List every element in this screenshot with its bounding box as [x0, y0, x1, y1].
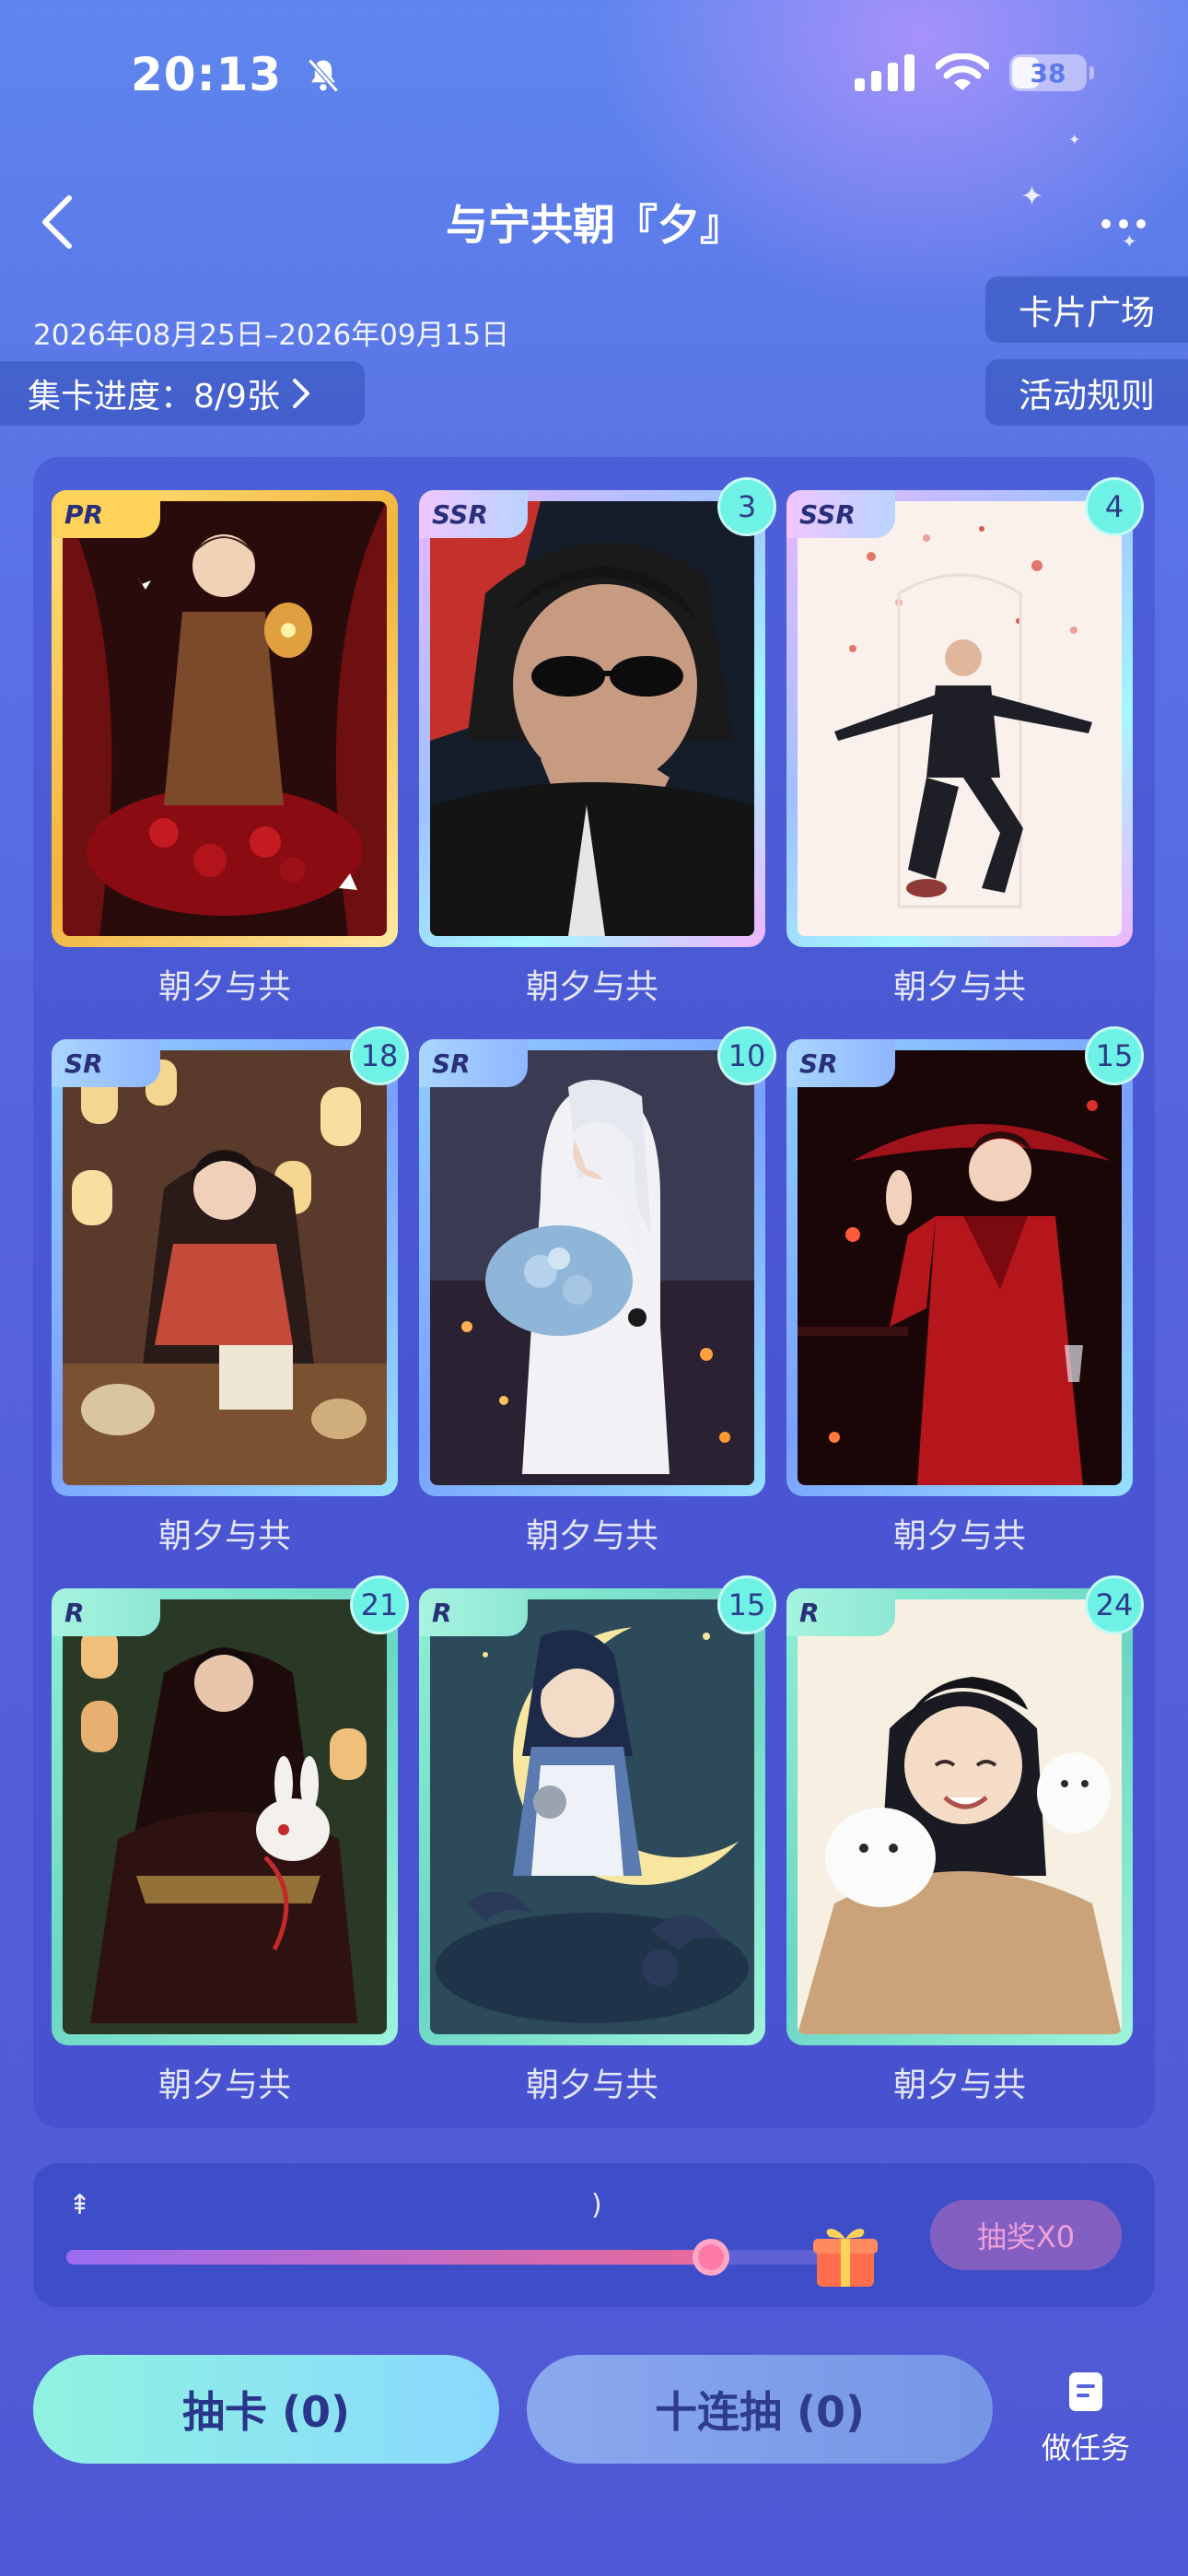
status-indicators: 38: [855, 53, 1094, 92]
card-item[interactable]: R 24: [786, 1575, 1144, 2045]
page-title: 与宁共朝『夕』: [446, 200, 742, 250]
status-time: 20:13: [131, 48, 344, 101]
card-artwork: [63, 1599, 387, 2034]
card-count-badge: 24: [1085, 1575, 1144, 1634]
gift-box-icon[interactable]: [809, 2219, 881, 2290]
battery-indicator: 38: [1009, 54, 1094, 91]
rarity-badge: R: [419, 1588, 528, 1636]
card-count-badge: 15: [1085, 1026, 1144, 1085]
card-artwork: [798, 501, 1122, 936]
card-count-badge: 18: [350, 1026, 409, 1085]
card-count-badge: 10: [717, 1026, 776, 1085]
card-name: 朝夕与共: [892, 1517, 1026, 1555]
rarity-badge: SR: [419, 1039, 528, 1087]
card-count-badge: 3: [717, 477, 776, 536]
card-item[interactable]: SR 10: [419, 1026, 776, 1496]
more-dots-icon: [1119, 219, 1128, 228]
card-name: 朝夕与共: [525, 2067, 658, 2104]
card-item[interactable]: SR 15: [786, 1026, 1144, 1496]
collection-progress-label: 集卡进度：8/9张: [28, 378, 280, 416]
lottery-track-fill: [66, 2250, 711, 2265]
rarity-badge: SR: [786, 1039, 895, 1087]
card-artwork: [798, 1599, 1122, 2034]
more-options-button[interactable]: [1087, 201, 1160, 247]
card-item[interactable]: SR 18: [52, 1026, 409, 1496]
card-name: 朝夕与共: [525, 1517, 658, 1555]
card-artwork: [798, 1050, 1122, 1485]
chevron-right-icon: [292, 379, 309, 408]
wifi-icon: [936, 53, 989, 90]
card-name: 朝夕与共: [892, 968, 1026, 1006]
collection-progress-button[interactable]: 集卡进度：8/9张: [0, 361, 365, 426]
card-name: 朝夕与共: [892, 2067, 1026, 2104]
card-name: 朝夕与共: [525, 968, 658, 1006]
card-name: 朝夕与共: [157, 2067, 291, 2104]
cellular-signal-icon: [855, 54, 914, 91]
task-list-icon: [1069, 2372, 1102, 2411]
card-count-badge: 4: [1085, 477, 1144, 536]
card-artwork: [430, 1599, 754, 2034]
rarity-badge: R: [52, 1588, 160, 1636]
card-artwork: [430, 501, 754, 936]
card-name: 朝夕与共: [157, 968, 291, 1006]
card-item[interactable]: R 21: [52, 1575, 409, 2045]
rarity-badge: SSR: [419, 490, 528, 538]
card-name: 朝夕与共: [157, 1517, 291, 1555]
status-time-text: 20:13: [131, 48, 283, 101]
more-dots-icon: [1101, 219, 1111, 228]
lottery-draw-button[interactable]: 抽奖X0: [930, 2200, 1122, 2270]
ten-draw-button[interactable]: 十连抽 (0): [527, 2355, 993, 2464]
card-collection-panel: PR 朝夕与共 SSR 3 朝夕与共 SSR 4 朝夕与共 SR 18 朝夕与共 SR 10 朝夕与共 SR…: [33, 457, 1155, 2128]
card-square-button[interactable]: 卡片广场: [985, 276, 1188, 343]
rarity-badge: SSR: [786, 490, 895, 538]
lottery-progress-bar: ⇞ ) 抽奖X0: [33, 2163, 1155, 2307]
silent-bell-icon: [307, 58, 339, 93]
card-artwork: [430, 1050, 754, 1485]
rarity-badge: SR: [52, 1039, 160, 1087]
card-item[interactable]: SSR 4: [786, 477, 1144, 947]
rarity-badge: PR: [52, 490, 160, 538]
milestone-marker-icon: ): [591, 2189, 602, 2221]
event-date-range: 2026年08月25日–2026年09月15日: [33, 319, 510, 352]
sparkle-icon: ✦: [1068, 131, 1081, 148]
card-count-badge: 21: [350, 1575, 409, 1634]
lottery-progress-knob: [692, 2239, 729, 2276]
draw-card-button[interactable]: 抽卡 (0): [33, 2355, 499, 2464]
battery-percent: 38: [1030, 57, 1066, 88]
card-artwork: [63, 501, 387, 936]
lottery-track: [66, 2239, 849, 2276]
tasks-button[interactable]: 做任务: [1035, 2371, 1136, 2467]
rarity-badge: R: [786, 1588, 895, 1636]
more-dots-icon: [1136, 219, 1146, 228]
card-item[interactable]: R 15: [419, 1575, 776, 2045]
card-artwork: [63, 1050, 387, 1485]
tasks-label: 做任务: [1041, 2430, 1130, 2465]
card-item[interactable]: SSR 3: [419, 477, 776, 947]
card-item[interactable]: PR: [52, 490, 398, 947]
card-count-badge: 15: [717, 1575, 776, 1634]
activity-rules-button[interactable]: 活动规则: [985, 359, 1188, 426]
milestone-marker-icon: ⇞: [68, 2189, 92, 2221]
